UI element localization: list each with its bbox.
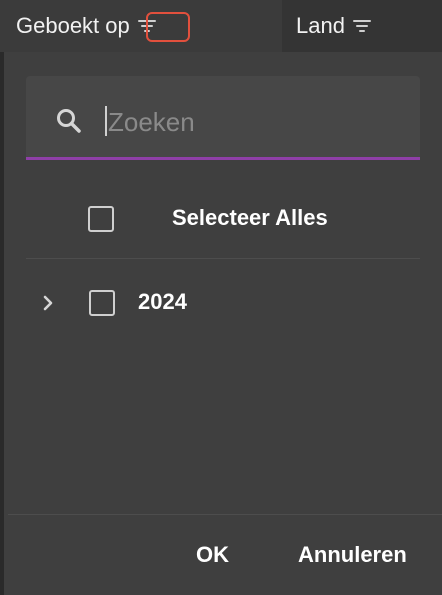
filter-icon[interactable] (351, 16, 373, 36)
chevron-right-icon[interactable] (38, 293, 58, 313)
column-header-label: Land (296, 13, 345, 38)
footer-divider (8, 514, 442, 515)
column-header-label: Geboekt op (16, 13, 130, 38)
select-all-checkbox[interactable] (88, 206, 114, 232)
cancel-button[interactable]: Annuleren (298, 542, 407, 568)
active-filter-highlight (146, 12, 190, 42)
filter-dropdown-panel: Selecteer Alles 2024 OK Annuleren (4, 52, 442, 595)
tree-item-label: 2024 (138, 289, 187, 314)
search-field[interactable] (26, 76, 420, 160)
filter-popup-screen: Geboekt op Land Selecteer Alles (0, 0, 442, 595)
divider (26, 258, 420, 259)
text-cursor (105, 106, 107, 136)
table-header: Geboekt op Land (0, 0, 442, 52)
select-all-row[interactable]: Selecteer Alles (4, 188, 442, 248)
column-header-land[interactable]: Land (282, 0, 442, 52)
search-icon (57, 109, 81, 133)
search-input[interactable] (108, 100, 398, 144)
select-all-label: Selecteer Alles (172, 205, 328, 230)
tree-item[interactable]: 2024 (4, 273, 442, 333)
column-header-geboekt-op[interactable]: Geboekt op (0, 0, 282, 52)
ok-button[interactable]: OK (196, 542, 229, 568)
tree-item-checkbox[interactable] (89, 290, 115, 316)
